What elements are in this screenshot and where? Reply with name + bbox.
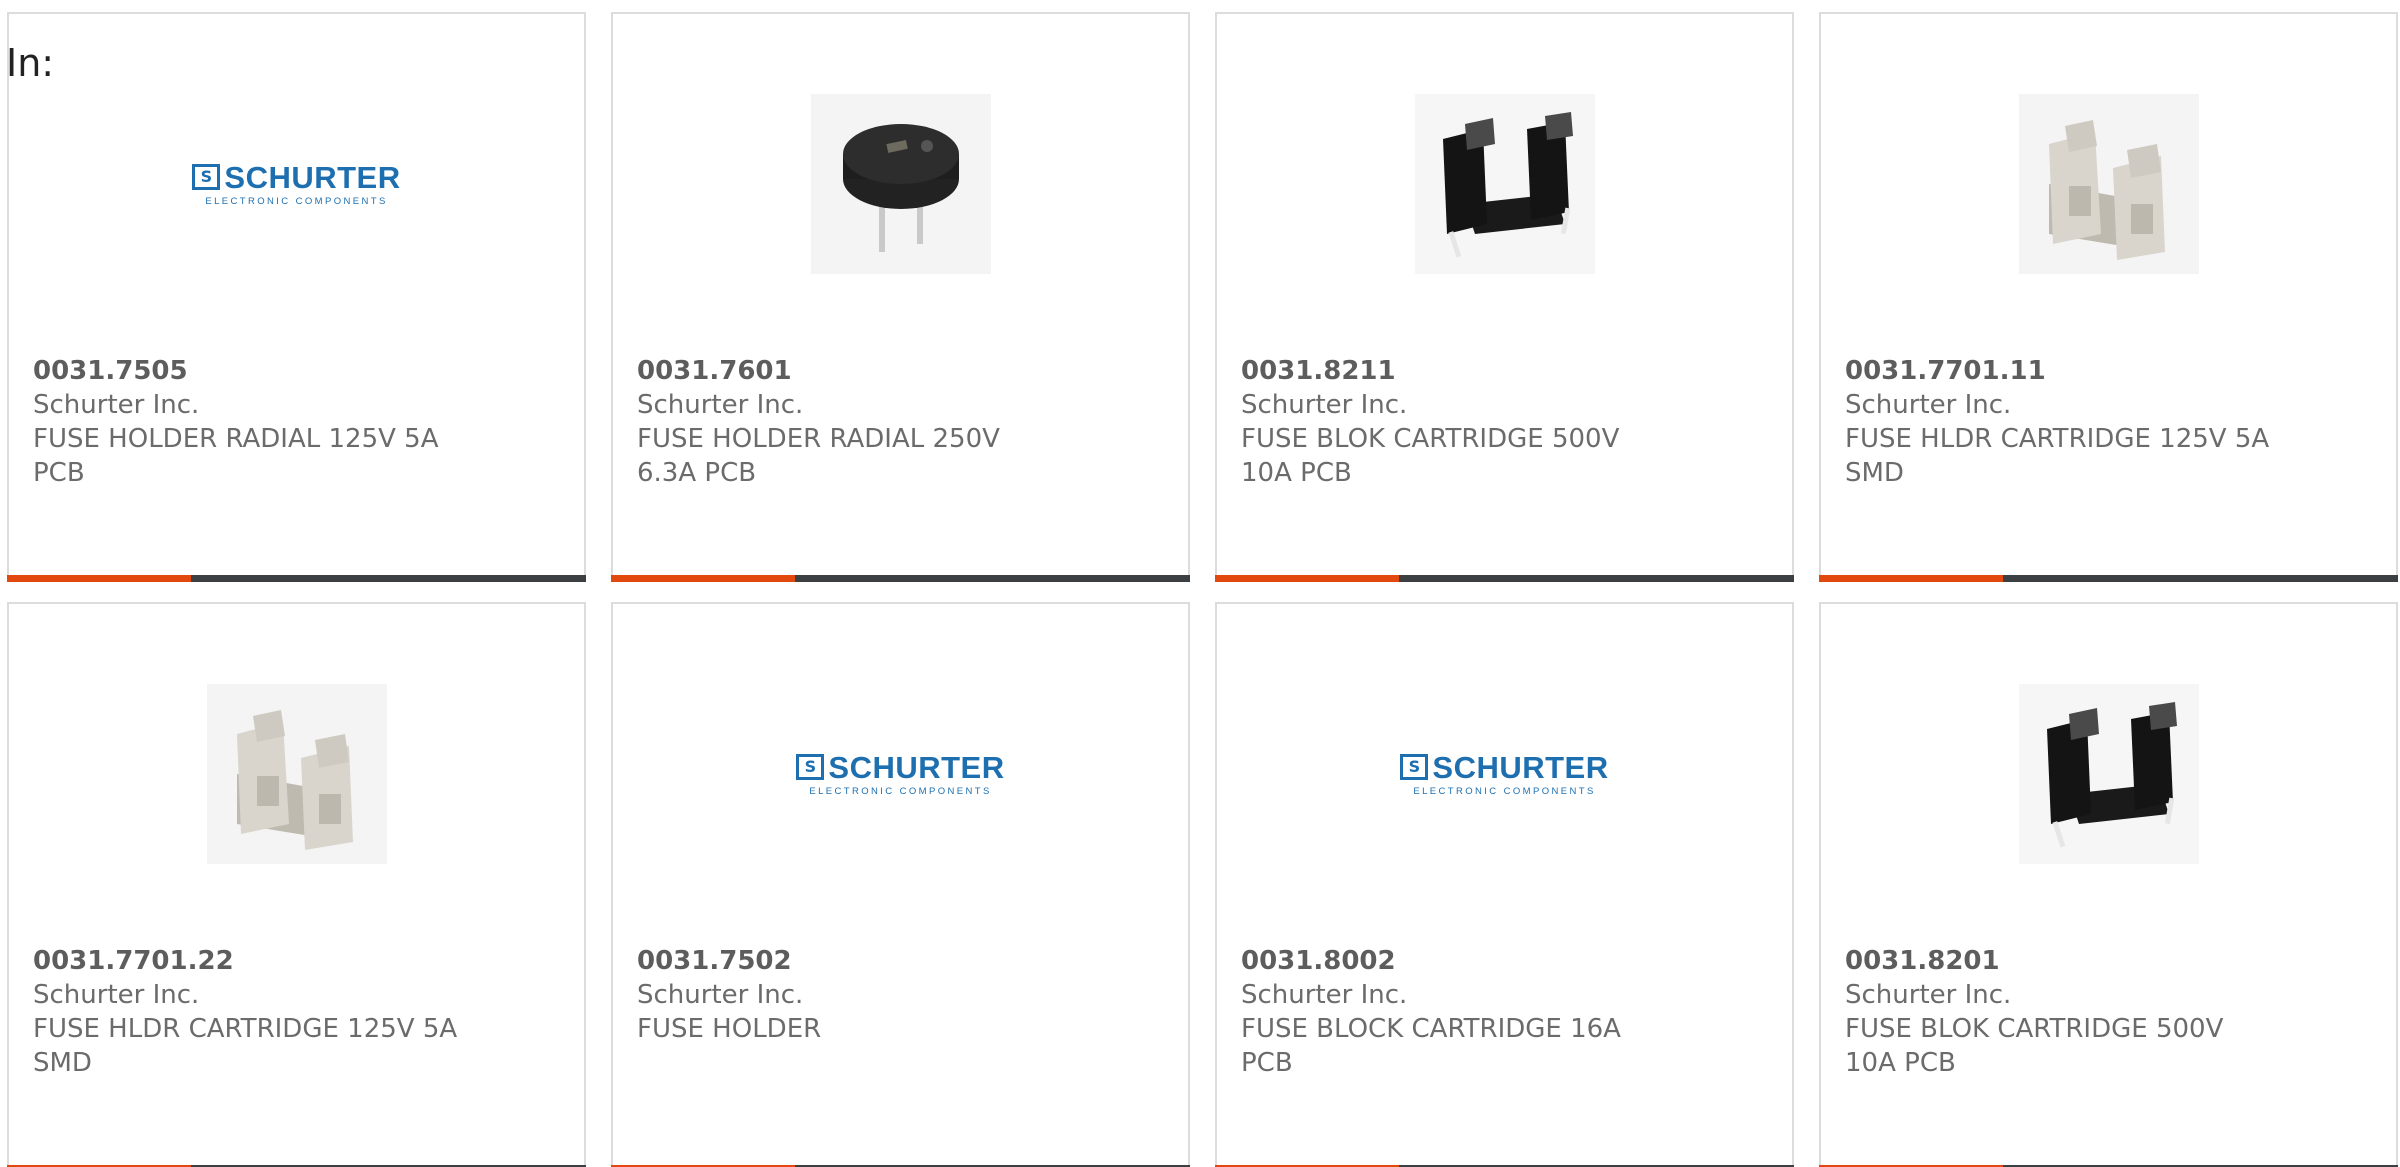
schurter-logo: S SCHURTER ELECTRONIC COMPONENTS <box>192 162 400 207</box>
product-description: FUSE HLDR CARTRIDGE 125V 5A SMD <box>1845 424 2270 488</box>
product-info: 0031.7502 Schurter Inc. FUSE HOLDER <box>637 944 1164 1046</box>
manufacturer-name: Schurter Inc. <box>33 390 200 420</box>
product-image-beige-smd-holder[interactable] <box>2009 84 2209 284</box>
product-info: 0031.7601 Schurter Inc. FUSE HOLDER RADI… <box>637 354 1164 490</box>
card-bottom-bar <box>611 575 1190 582</box>
part-number-link[interactable]: 0031.8201 <box>1845 944 2372 978</box>
beige-smd-holder-icon <box>2018 94 2199 274</box>
card-bar-accent <box>1215 575 1399 582</box>
product-card[interactable]: S SCHURTER ELECTRONIC COMPONENTS 0031.8002… <box>1215 602 1794 1167</box>
product-image-black-cartridge-holder[interactable] <box>2009 674 2209 874</box>
product-grid: S SCHURTER ELECTRONIC COMPONENTS 0031.7505… <box>7 12 2400 1167</box>
radial-fuse-holder-icon <box>810 94 991 274</box>
black-cartridge-holder-icon <box>2018 684 2199 864</box>
manufacturer-name: Schurter Inc. <box>637 980 804 1010</box>
product-image-schurter-logo[interactable]: S SCHURTER ELECTRONIC COMPONENTS <box>796 674 1004 874</box>
schurter-logo-mark-icon: S <box>796 754 825 780</box>
product-card[interactable]: 0031.8201 Schurter Inc. FUSE BLOK CARTRI… <box>1819 602 2398 1167</box>
product-description: FUSE BLOK CARTRIDGE 500V 10A PCB <box>1845 1014 2224 1078</box>
logo-wordmark: SCHURTER <box>224 159 401 195</box>
card-bar-accent <box>611 575 795 582</box>
product-card[interactable]: 0031.7701.11 Schurter Inc. FUSE HLDR CAR… <box>1819 12 2398 582</box>
product-description: FUSE BLOCK CARTRIDGE 16A PCB <box>1241 1014 1621 1078</box>
product-image-schurter-logo[interactable]: S SCHURTER ELECTRONIC COMPONENTS <box>192 84 400 284</box>
black-cartridge-holder-icon <box>1414 94 1595 274</box>
part-number-link[interactable]: 0031.8211 <box>1241 354 1768 388</box>
product-info: 0031.8201 Schurter Inc. FUSE BLOK CARTRI… <box>1845 944 2372 1080</box>
card-bar-base <box>191 575 586 582</box>
part-number-link[interactable]: 0031.7502 <box>637 944 1164 978</box>
product-image-beige-smd-holder[interactable] <box>197 674 397 874</box>
product-info: 0031.8002 Schurter Inc. FUSE BLOCK CARTR… <box>1241 944 1768 1080</box>
card-bar-accent <box>7 575 191 582</box>
part-number-link[interactable]: 0031.7505 <box>33 354 560 388</box>
logo-wordmark: SCHURTER <box>828 749 1005 785</box>
part-number-link[interactable]: 0031.7601 <box>637 354 1164 388</box>
schurter-logo: S SCHURTER ELECTRONIC COMPONENTS <box>796 752 1004 797</box>
product-info: 0031.7701.22 Schurter Inc. FUSE HLDR CAR… <box>33 944 560 1080</box>
product-card[interactable]: 0031.8211 Schurter Inc. FUSE BLOK CARTRI… <box>1215 12 1794 582</box>
product-image-black-cartridge-holder[interactable] <box>1405 84 1605 284</box>
beige-smd-holder-icon <box>206 684 387 864</box>
part-number-link[interactable]: 0031.8002 <box>1241 944 1768 978</box>
manufacturer-name: Schurter Inc. <box>637 390 804 420</box>
product-image-radial-fuse-holder[interactable] <box>801 84 1001 284</box>
card-bar-base <box>1399 575 1794 582</box>
logo-tagline: ELECTRONIC COMPONENTS <box>809 785 992 797</box>
card-bar-accent <box>1819 575 2003 582</box>
part-number-link[interactable]: 0031.7701.11 <box>1845 354 2372 388</box>
manufacturer-name: Schurter Inc. <box>1241 390 1408 420</box>
product-info: 0031.8211 Schurter Inc. FUSE BLOK CARTRI… <box>1241 354 1768 490</box>
manufacturer-name: Schurter Inc. <box>1241 980 1408 1010</box>
manufacturer-name: Schurter Inc. <box>1845 980 2012 1010</box>
schurter-logo-mark-icon: S <box>1400 754 1429 780</box>
product-description: FUSE HOLDER RADIAL 250V 6.3A PCB <box>637 424 1000 488</box>
manufacturer-name: Schurter Inc. <box>33 980 200 1010</box>
search-scope-label: In: <box>6 41 55 85</box>
card-bottom-bar <box>1819 575 2398 582</box>
schurter-logo-mark-icon: S <box>192 164 221 190</box>
card-bottom-bar <box>7 575 586 582</box>
product-image-schurter-logo[interactable]: S SCHURTER ELECTRONIC COMPONENTS <box>1400 674 1608 874</box>
product-results-page: In: S SCHURTER ELECTRONIC COMPONENTS 0031.… <box>0 0 2400 1167</box>
part-number-link[interactable]: 0031.7701.22 <box>33 944 560 978</box>
card-bar-base <box>2003 575 2398 582</box>
product-card[interactable]: 0031.7701.22 Schurter Inc. FUSE HLDR CAR… <box>7 602 586 1167</box>
product-card[interactable]: 0031.7601 Schurter Inc. FUSE HOLDER RADI… <box>611 12 1190 582</box>
logo-tagline: ELECTRONIC COMPONENTS <box>1413 785 1596 797</box>
manufacturer-name: Schurter Inc. <box>1845 390 2012 420</box>
product-info: 0031.7505 Schurter Inc. FUSE HOLDER RADI… <box>33 354 560 490</box>
card-bottom-bar <box>1215 575 1794 582</box>
product-description: FUSE HOLDER <box>637 1014 822 1044</box>
logo-tagline: ELECTRONIC COMPONENTS <box>205 195 388 207</box>
schurter-logo: S SCHURTER ELECTRONIC COMPONENTS <box>1400 752 1608 797</box>
product-description: FUSE HOLDER RADIAL 125V 5A PCB <box>33 424 439 488</box>
card-bar-base <box>795 575 1190 582</box>
product-description: FUSE BLOK CARTRIDGE 500V 10A PCB <box>1241 424 1620 488</box>
product-card[interactable]: S SCHURTER ELECTRONIC COMPONENTS 0031.7505… <box>7 12 586 582</box>
product-description: FUSE HLDR CARTRIDGE 125V 5A SMD <box>33 1014 458 1078</box>
product-info: 0031.7701.11 Schurter Inc. FUSE HLDR CAR… <box>1845 354 2372 490</box>
logo-wordmark: SCHURTER <box>1432 749 1609 785</box>
product-card[interactable]: S SCHURTER ELECTRONIC COMPONENTS 0031.7502… <box>611 602 1190 1167</box>
